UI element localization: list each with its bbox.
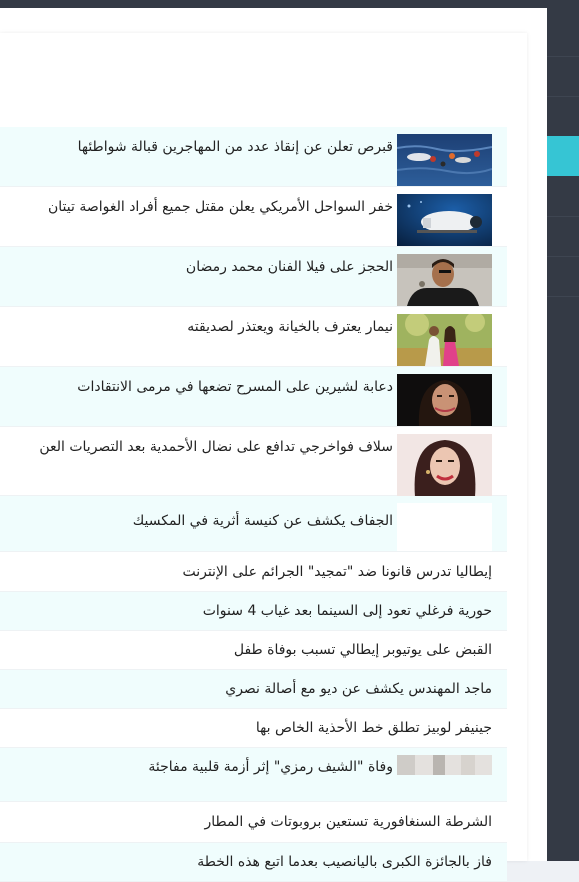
news-headline: نيمار يعترف بالخيانة ويعتذر لصديقته (187, 319, 393, 335)
news-thumbnail-submarine (397, 194, 492, 246)
top-bar (0, 0, 579, 8)
news-item[interactable]: فاز بالجائزة الكبرى باليانصيب بعدما اتبع… (0, 843, 507, 882)
sidebar-active-item[interactable] (547, 136, 579, 176)
news-headline: قبرص تعلن عن إنقاذ عدد من المهاجرين قبال… (77, 139, 393, 155)
news-headline: خفر السواحل الأمريكي يعلن مقتل جميع أفرا… (47, 199, 393, 215)
news-item[interactable]: الشرطة السنغافورية تستعين بروبوتات في ال… (0, 802, 507, 843)
news-item[interactable]: القبض على يوتيوبر إيطالي تسبب بوفاة طفل (0, 631, 507, 670)
news-headline: الحجز على فيلا الفنان محمد رمضان (185, 259, 393, 275)
news-item[interactable]: حورية فرغلي تعود إلى السينما بعد غياب 4 … (0, 592, 507, 631)
news-item[interactable]: وفاة "الشيف رمزي" إثر أزمة قلبية مفاجئة (0, 748, 507, 802)
news-item[interactable]: إيطاليا تدرس قانونا ضد "تمجيد" الجرائم ع… (0, 552, 507, 592)
sidebar-divider (547, 256, 579, 257)
news-headline: سلاف فواخرجي تدافع على نضال الأحمدية بعد… (39, 439, 393, 455)
news-headline: الجفاف يكشف عن كنيسة أثرية في المكسيك (132, 513, 393, 529)
news-list: قبرص تعلن عن إنقاذ عدد من المهاجرين قبال… (0, 127, 507, 882)
news-item[interactable]: جينيفر لوبيز تطلق خط الأحذية الخاص بها (0, 709, 507, 748)
news-item[interactable]: خفر السواحل الأمريكي يعلن مقتل جميع أفرا… (0, 187, 507, 247)
news-item[interactable]: الجفاف يكشف عن كنيسة أثرية في المكسيك (0, 496, 507, 552)
news-headline: إيطاليا تدرس قانونا ضد "تمجيد" الجرائم ع… (182, 563, 492, 580)
news-thumbnail-actor (397, 254, 492, 306)
sidebar-divider (547, 56, 579, 57)
news-item[interactable]: سلاف فواخرجي تدافع على نضال الأحمدية بعد… (0, 427, 507, 497)
news-headline: فاز بالجائزة الكبرى باليانصيب بعدما اتبع… (197, 854, 492, 870)
news-thumbnail-singer (397, 374, 492, 426)
news-thumbnail-couple (397, 314, 492, 366)
news-headline: حورية فرغلي تعود إلى السينما بعد غياب 4 … (202, 603, 492, 619)
news-item[interactable]: الحجز على فيلا الفنان محمد رمضان (0, 247, 507, 307)
sidebar-divider (547, 296, 579, 297)
sidebar-divider (547, 216, 579, 217)
news-item[interactable]: دعابة لشيرين على المسرح تضعها في مرمى ال… (0, 367, 507, 427)
news-item[interactable]: نيمار يعترف بالخيانة ويعتذر لصديقته (0, 307, 507, 367)
news-headline: دعابة لشيرين على المسرح تضعها في مرمى ال… (77, 379, 393, 395)
news-thumbnail-migrants (397, 134, 492, 186)
sidebar-divider (547, 96, 579, 97)
news-thumbnail-chef (397, 755, 492, 775)
news-thumbnail-blank (397, 503, 492, 551)
news-item[interactable]: قبرص تعلن عن إنقاذ عدد من المهاجرين قبال… (0, 127, 507, 187)
news-headline: جينيفر لوبيز تطلق خط الأحذية الخاص بها (255, 720, 492, 736)
news-thumbnail-actress (397, 434, 492, 497)
news-headline: ماجد المهندس يكشف عن ديو مع أصالة نصري (225, 681, 492, 697)
news-headline: الشرطة السنغافورية تستعين بروبوتات في ال… (204, 814, 492, 830)
news-item[interactable]: ماجد المهندس يكشف عن ديو مع أصالة نصري (0, 670, 507, 709)
news-headline: وفاة "الشيف رمزي" إثر أزمة قلبية مفاجئة (148, 759, 393, 775)
news-headline: القبض على يوتيوبر إيطالي تسبب بوفاة طفل (233, 642, 492, 658)
